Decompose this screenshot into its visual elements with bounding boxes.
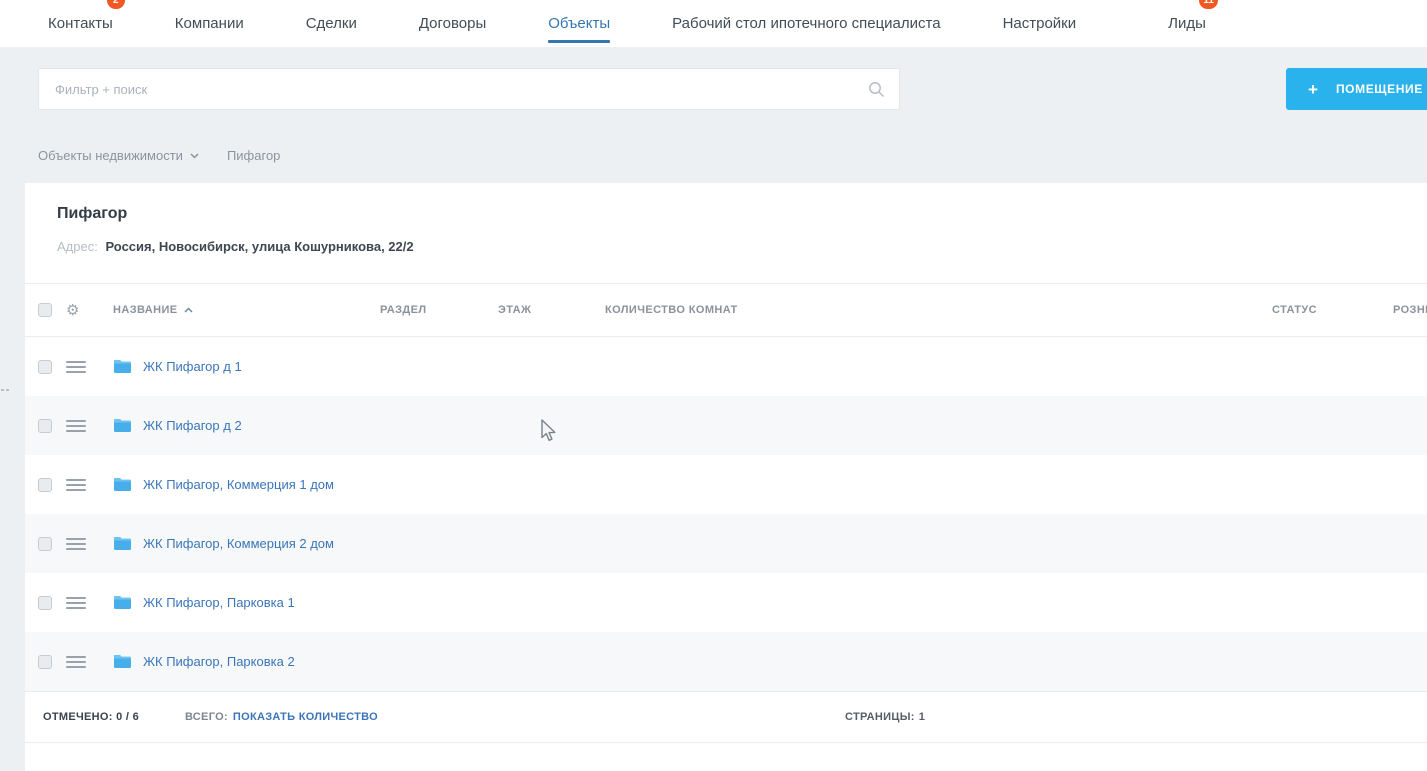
drag-handle-icon[interactable] xyxy=(66,538,86,550)
row-checkbox[interactable] xyxy=(38,655,52,669)
table-row[interactable]: ЖК Пифагор д 1 xyxy=(25,337,1427,396)
table-body: ЖК Пифагор д 1 ЖК Пифагор д 2 xyxy=(25,337,1427,691)
add-premise-button[interactable]: + ПОМЕЩЕНИЕ xyxy=(1286,68,1427,110)
nav-tab-label: Настройки xyxy=(1003,15,1077,32)
drag-handle-icon[interactable] xyxy=(66,420,86,432)
address-label: Адрес: xyxy=(57,239,98,254)
nav-tab-label: Договоры xyxy=(419,15,486,32)
gear-icon[interactable]: ⚙ xyxy=(66,303,113,318)
folder-icon xyxy=(113,654,132,669)
nav-tab[interactable]: Сделки xyxy=(306,0,357,47)
filter-search-box[interactable] xyxy=(38,68,900,110)
row-object-link[interactable]: ЖК Пифагор, Парковка 2 xyxy=(143,654,295,669)
address-value: Россия, Новосибирск, улица Кошурникова, … xyxy=(105,239,413,254)
row-checkbox[interactable] xyxy=(38,478,52,492)
checked-value: 0 / 6 xyxy=(116,711,139,723)
row-checkbox[interactable] xyxy=(38,360,52,374)
breadcrumb-root-label: Объекты недвижимости xyxy=(38,148,183,163)
drag-handle-icon[interactable] xyxy=(66,479,86,491)
table-row[interactable]: ЖК Пифагор д 2 xyxy=(25,396,1427,455)
checked-count: ОТМЕЧЕНО: 0 / 6 xyxy=(43,711,139,723)
row-name-cell: ЖК Пифагор, Парковка 2 xyxy=(113,654,380,669)
nav-tab-label: Контакты xyxy=(48,15,113,32)
folder-icon xyxy=(113,536,132,551)
row-name-cell: ЖК Пифагор д 1 xyxy=(113,359,380,374)
nav-tab-label: Лиды xyxy=(1168,15,1206,32)
folder-icon xyxy=(113,477,132,492)
row-object-link[interactable]: ЖК Пифагор д 2 xyxy=(143,418,242,433)
row-object-link[interactable]: ЖК Пифагор, Коммерция 2 дом xyxy=(143,536,334,551)
nav-tab[interactable]: Контакты 2 xyxy=(48,0,113,47)
nav-tab-label: Рабочий стол ипотечного специалиста xyxy=(672,15,940,32)
nav-tab-label: Компании xyxy=(175,15,244,32)
row-object-link[interactable]: ЖК Пифагор д 1 xyxy=(143,359,242,374)
column-rooms[interactable]: КОЛИЧЕСТВО КОМНАТ xyxy=(605,304,1272,316)
top-navigation: Контакты 2 Компании Сделки Договоры Объе… xyxy=(0,0,1427,47)
table-header: ⚙ НАЗВАНИЕ РАЗДЕЛ ЭТАЖ КОЛИЧЕСТВО КОМНАТ… xyxy=(25,283,1427,337)
nav-tab[interactable]: Объекты xyxy=(548,0,610,47)
folder-icon xyxy=(113,359,132,374)
nav-tab-label: Сделки xyxy=(306,15,357,32)
pages-indicator: СТРАНИЦЫ:1 xyxy=(845,711,925,723)
table-row[interactable]: ЖК Пифагор, Парковка 2 xyxy=(25,632,1427,691)
plus-icon: + xyxy=(1308,81,1318,98)
edge-mark xyxy=(1,389,9,391)
table-row[interactable]: ЖК Пифагор, Коммерция 2 дом xyxy=(25,514,1427,573)
row-name-cell: ЖК Пифагор, Коммерция 2 дом xyxy=(113,536,380,551)
notification-badge: 11 xyxy=(1199,0,1218,9)
row-object-link[interactable]: ЖК Пифагор, Парковка 1 xyxy=(143,595,295,610)
column-name[interactable]: НАЗВАНИЕ xyxy=(113,304,380,316)
table-row[interactable]: ЖК Пифагор, Коммерция 1 дом xyxy=(25,455,1427,514)
row-name-cell: ЖК Пифагор, Парковка 1 xyxy=(113,595,380,610)
nav-tab[interactable]: Лиды 11 xyxy=(1168,0,1206,47)
row-checkbox[interactable] xyxy=(38,419,52,433)
table-row[interactable]: ЖК Пифагор, Парковка 1 xyxy=(25,573,1427,632)
search-icon xyxy=(868,81,885,98)
row-name-cell: ЖК Пифагор, Коммерция 1 дом xyxy=(113,477,380,492)
object-address: Адрес: Россия, Новосибирск, улица Кошурн… xyxy=(57,239,1427,254)
notification-badge: 2 xyxy=(107,0,125,9)
row-name-cell: ЖК Пифагор д 2 xyxy=(113,418,380,433)
object-title: Пифагор xyxy=(57,205,1427,223)
row-checkbox[interactable] xyxy=(38,537,52,551)
breadcrumb: Объекты недвижимости Пифагор xyxy=(38,148,280,163)
drag-handle-icon[interactable] xyxy=(66,656,86,668)
nav-tab-label: Объекты xyxy=(548,15,610,32)
folder-icon xyxy=(113,595,132,610)
row-object-link[interactable]: ЖК Пифагор, Коммерция 1 дом xyxy=(143,477,334,492)
column-floor[interactable]: ЭТАЖ xyxy=(498,304,605,316)
drag-handle-icon[interactable] xyxy=(66,361,86,373)
sort-asc-icon xyxy=(184,307,193,313)
nav-tab[interactable]: Договоры xyxy=(419,0,486,47)
column-status[interactable]: СТАТУС xyxy=(1272,304,1393,316)
chevron-down-icon xyxy=(190,153,199,159)
breadcrumb-current: Пифагор xyxy=(227,148,280,163)
column-section[interactable]: РАЗДЕЛ xyxy=(380,304,498,316)
show-count-link[interactable]: ПОКАЗАТЬ КОЛИЧЕСТВО xyxy=(233,711,378,723)
nav-tab[interactable]: Рабочий стол ипотечного специалиста xyxy=(672,0,940,47)
nav-tab[interactable]: Компании xyxy=(175,0,244,47)
column-retail[interactable]: РОЗНИ xyxy=(1393,304,1427,316)
object-card: Пифагор Адрес: Россия, Новосибирск, улиц… xyxy=(25,183,1427,771)
add-premise-label: ПОМЕЩЕНИЕ xyxy=(1336,82,1423,96)
folder-icon xyxy=(113,418,132,433)
pages-value: 1 xyxy=(919,711,925,723)
total-count: ВСЕГО:ПОКАЗАТЬ КОЛИЧЕСТВО xyxy=(185,711,378,723)
drag-handle-icon[interactable] xyxy=(66,597,86,609)
select-all-checkbox[interactable] xyxy=(38,303,52,317)
search-input[interactable] xyxy=(39,69,899,109)
table-footer: ОТМЕЧЕНО: 0 / 6 ВСЕГО:ПОКАЗАТЬ КОЛИЧЕСТВ… xyxy=(25,691,1427,743)
nav-tab[interactable]: Настройки xyxy=(1003,0,1077,47)
breadcrumb-root[interactable]: Объекты недвижимости xyxy=(38,148,199,163)
row-checkbox[interactable] xyxy=(38,596,52,610)
object-card-header: Пифагор Адрес: Россия, Новосибирск, улиц… xyxy=(25,183,1427,283)
